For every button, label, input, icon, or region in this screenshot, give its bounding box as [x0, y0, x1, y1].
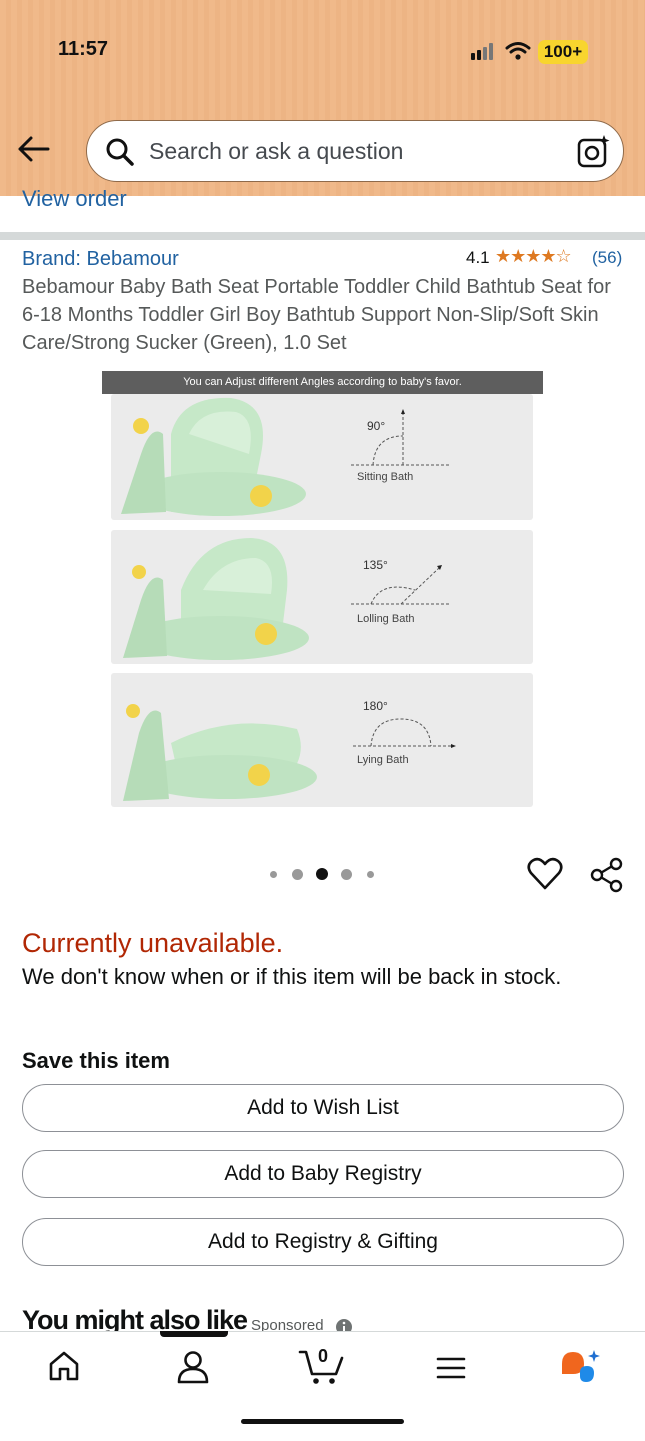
camera-lens-icon[interactable]: [577, 134, 611, 168]
bath-seat-illustration: [123, 704, 317, 801]
add-to-wish-list-button[interactable]: Add to Wish List: [22, 1084, 624, 1132]
bath-seat-illustration: [123, 538, 309, 660]
share-icon[interactable]: [589, 857, 625, 893]
account-icon[interactable]: [176, 1350, 210, 1384]
wifi-icon: [505, 42, 531, 60]
battery-indicator: 100+: [538, 40, 588, 64]
carousel-dot[interactable]: [367, 871, 374, 878]
availability-status: Currently unavailable.: [22, 928, 284, 958]
image-banner: You can Adjust different Angles accordin…: [102, 371, 543, 394]
image-panel-lolling: 135° Lolling Bath: [111, 530, 533, 664]
back-arrow-icon[interactable]: [12, 130, 56, 168]
save-item-heading: Save this item: [22, 1048, 170, 1073]
review-count[interactable]: (56): [592, 248, 622, 268]
status-time: 11:57: [58, 38, 109, 60]
rufus-icon[interactable]: [558, 1348, 602, 1386]
search-input[interactable]: Search or ask a question: [149, 138, 403, 165]
position-label: Sitting Bath: [357, 471, 414, 483]
signal-icon: [471, 43, 493, 60]
image-panel-sitting: 90° Sitting Bath: [111, 394, 533, 520]
product-title: Bebamour Baby Bath Seat Portable Toddler…: [22, 276, 611, 354]
carousel-dot-active[interactable]: [316, 868, 328, 880]
search-icon: [106, 138, 134, 166]
brand-link[interactable]: Brand: Bebamour: [22, 248, 179, 271]
star-rating[interactable]: ★★★★☆: [495, 246, 572, 267]
cart-count: 0: [318, 1346, 329, 1366]
view-order-link[interactable]: View order: [22, 186, 127, 212]
search-bar[interactable]: Search or ask a question: [86, 120, 624, 182]
home-icon[interactable]: [48, 1350, 80, 1382]
angle-diagram: [351, 565, 451, 605]
add-to-baby-registry-button[interactable]: Add to Baby Registry: [22, 1150, 624, 1198]
angle-diagram: [351, 409, 451, 466]
carousel-dot[interactable]: [292, 869, 303, 880]
home-indicator: [241, 1419, 404, 1424]
rating-value: 4.1: [466, 248, 490, 267]
availability-message: We don't know when or if this item will …: [22, 964, 562, 989]
image-carousel-dots[interactable]: [266, 866, 378, 882]
position-label: Lying Bath: [357, 754, 409, 766]
active-tab-indicator: [160, 1331, 228, 1337]
position-label: Lolling Bath: [357, 613, 415, 625]
add-to-registry-gifting-button[interactable]: Add to Registry & Gifting: [22, 1218, 624, 1266]
menu-icon[interactable]: [436, 1356, 466, 1380]
carousel-dot[interactable]: [270, 871, 277, 878]
bath-seat-illustration: [121, 397, 306, 516]
angle-diagram: [353, 718, 456, 748]
heart-icon[interactable]: [527, 857, 563, 891]
carousel-dot[interactable]: [341, 869, 352, 880]
image-panel-lying: 180° Lying Bath: [111, 673, 533, 807]
section-divider: [0, 232, 645, 240]
